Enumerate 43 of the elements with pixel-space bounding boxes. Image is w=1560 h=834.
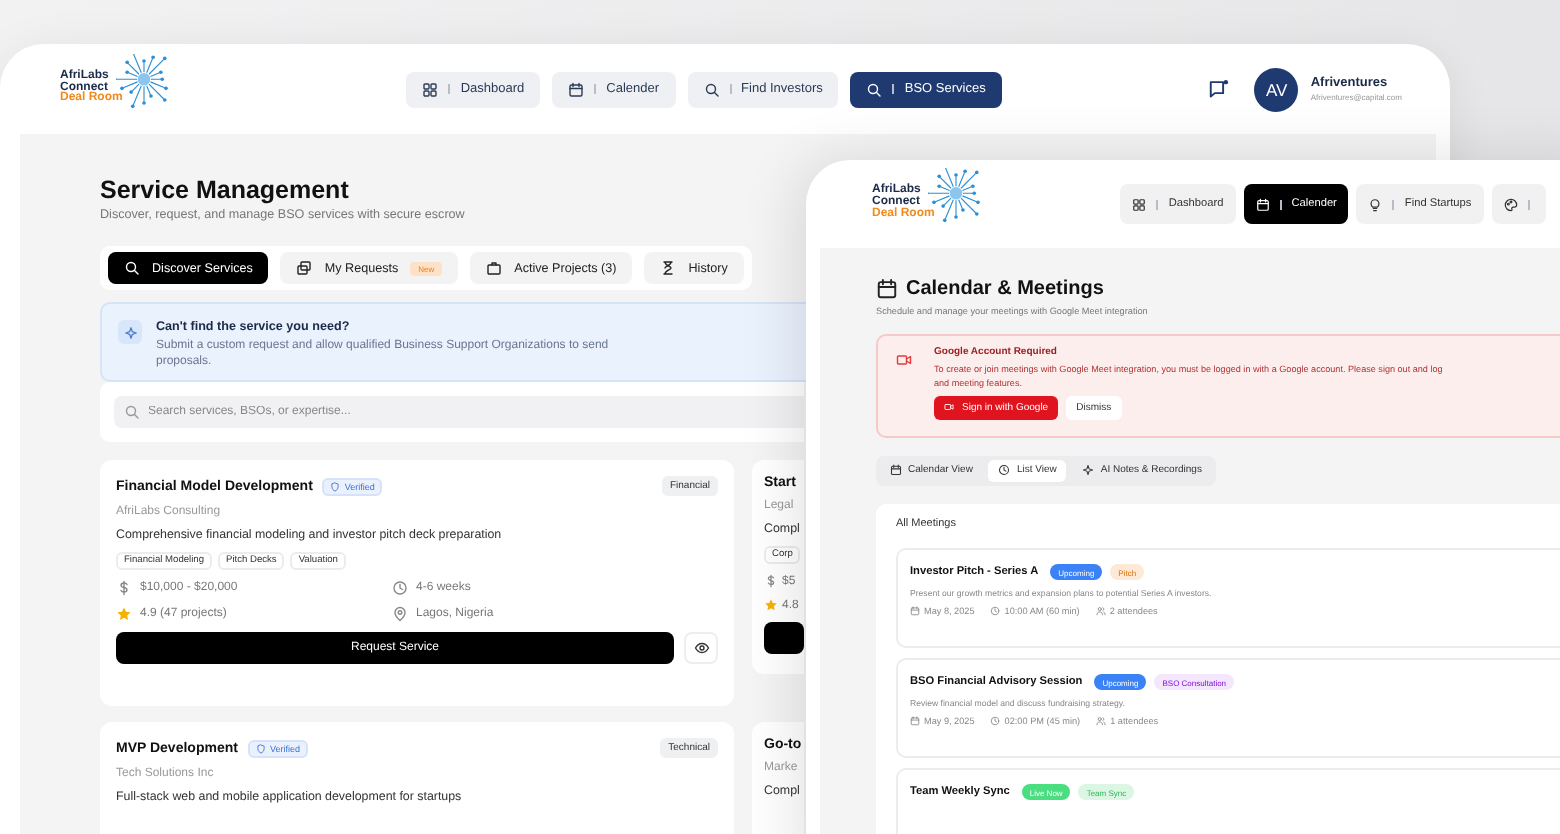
copy-icon	[296, 260, 313, 276]
hourglass-icon	[660, 260, 677, 276]
calendar-icon	[910, 606, 920, 617]
dollar-icon	[764, 574, 778, 588]
search-icon	[124, 260, 140, 276]
shield-icon	[330, 481, 341, 491]
calendar-icon	[1255, 197, 1270, 211]
page-title: Calendar & Meetings	[906, 278, 1104, 300]
users-icon	[1096, 716, 1107, 727]
sparkle-icon	[123, 325, 137, 339]
briefcase-icon	[486, 260, 503, 276]
clock-icon	[998, 464, 1011, 477]
clock-icon	[990, 716, 1001, 727]
chat-icon-button[interactable]	[1208, 78, 1231, 100]
search-icon	[866, 81, 883, 97]
users-icon	[1095, 606, 1106, 617]
clock-icon	[990, 606, 1001, 617]
palette-icon	[1503, 197, 1518, 211]
nav-button[interactable]	[1491, 184, 1546, 224]
calendar-icon	[890, 464, 902, 477]
grid-icon	[422, 81, 439, 97]
sparkle-icon	[1082, 464, 1095, 477]
video-icon	[896, 352, 912, 368]
bulb-icon	[1368, 197, 1383, 211]
avatar[interactable]: AV	[1254, 67, 1299, 111]
grid-icon	[1132, 197, 1147, 211]
view-button[interactable]	[684, 632, 718, 664]
star-icon	[764, 598, 778, 612]
calendar-icon	[876, 278, 898, 300]
video-icon	[944, 402, 954, 413]
pin-icon	[392, 606, 408, 622]
search-icon	[703, 81, 720, 97]
star-icon	[116, 606, 132, 622]
clock-icon	[392, 580, 408, 596]
calendar-icon	[910, 716, 920, 727]
dollar-icon	[116, 580, 132, 596]
page-title: Service Management	[100, 176, 349, 204]
calendar-icon	[568, 81, 585, 97]
eye-icon	[693, 640, 709, 656]
search-icon	[124, 404, 140, 420]
shield-icon	[255, 743, 266, 753]
request-service-button[interactable]	[764, 622, 804, 654]
chat-icon	[1208, 78, 1231, 100]
